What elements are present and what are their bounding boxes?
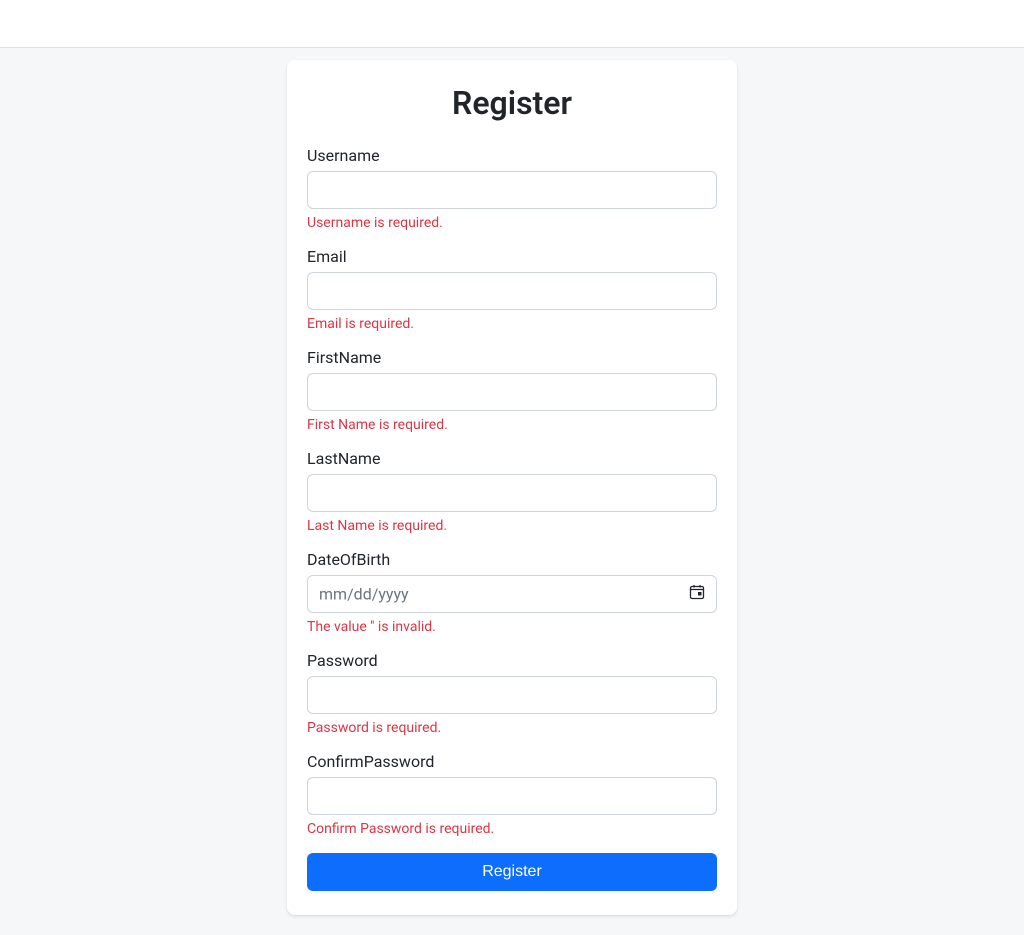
register-button[interactable]: Register xyxy=(307,853,717,891)
password-group: Password Password is required. xyxy=(307,651,717,736)
confirmpassword-input[interactable] xyxy=(307,777,717,815)
firstname-label: FirstName xyxy=(307,348,717,367)
lastname-error: Last Name is required. xyxy=(307,518,717,534)
firstname-input[interactable] xyxy=(307,373,717,411)
register-form: Username Username is required. Email Ema… xyxy=(307,146,717,891)
username-label: Username xyxy=(307,146,717,165)
password-error: Password is required. xyxy=(307,720,717,736)
email-error: Email is required. xyxy=(307,316,717,332)
email-input[interactable] xyxy=(307,272,717,310)
dob-label: DateOfBirth xyxy=(307,550,717,569)
confirmpassword-error: Confirm Password is required. xyxy=(307,821,717,837)
firstname-error: First Name is required. xyxy=(307,417,717,433)
confirmpassword-label: ConfirmPassword xyxy=(307,752,717,771)
email-group: Email Email is required. xyxy=(307,247,717,332)
firstname-group: FirstName First Name is required. xyxy=(307,348,717,433)
dob-error: The value '' is invalid. xyxy=(307,619,717,635)
top-nav-bar xyxy=(0,0,1024,48)
dob-group: DateOfBirth mm/dd/yyyy The val xyxy=(307,550,717,635)
password-label: Password xyxy=(307,651,717,670)
username-input[interactable] xyxy=(307,171,717,209)
username-group: Username Username is required. xyxy=(307,146,717,231)
username-error: Username is required. xyxy=(307,215,717,231)
lastname-label: LastName xyxy=(307,449,717,468)
register-card: Register Username Username is required. … xyxy=(287,60,737,915)
lastname-group: LastName Last Name is required. xyxy=(307,449,717,534)
dob-input[interactable] xyxy=(307,575,717,613)
lastname-input[interactable] xyxy=(307,474,717,512)
email-label: Email xyxy=(307,247,717,266)
confirmpassword-group: ConfirmPassword Confirm Password is requ… xyxy=(307,752,717,837)
page-title: Register xyxy=(307,84,717,122)
dob-input-wrap: mm/dd/yyyy xyxy=(307,575,717,613)
page-background: Register Username Username is required. … xyxy=(0,48,1024,935)
password-input[interactable] xyxy=(307,676,717,714)
